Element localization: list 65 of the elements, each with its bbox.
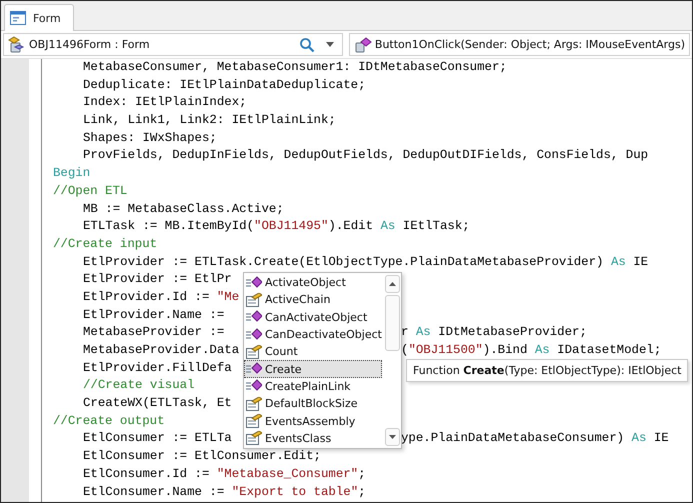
scroll-thumb[interactable] bbox=[384, 295, 400, 351]
code-line: ETLTask := MB.ItemById("OBJ11495").Edit As IEtlTask; bbox=[82, 218, 471, 236]
code-line: Index: IEtlPlainIndex; bbox=[82, 94, 248, 112]
code-line: EtlProvider.FillDefa bbox=[82, 360, 232, 377]
method-dropdown[interactable]: Button1OnClick(Sender: Object; Args: IMouseEventArgs) bbox=[348, 33, 690, 56]
scroll-up-button[interactable] bbox=[384, 275, 400, 293]
code-line: EtlConsumer := EtlConsumer.Edit; bbox=[82, 448, 322, 466]
code-line: EtlProvider.Id := "Me bbox=[82, 288, 240, 306]
code-line: //Create output bbox=[53, 412, 165, 430]
code-line: //Create visual bbox=[82, 377, 195, 394]
property-icon bbox=[246, 292, 262, 307]
method-icon bbox=[246, 328, 262, 342]
scrollbar[interactable] bbox=[384, 273, 401, 448]
code-line: CreateWX(ETLTask, Et bbox=[82, 395, 232, 412]
property-icon bbox=[246, 414, 262, 428]
code-line: MetabaseProvider := bbox=[82, 324, 226, 342]
code-line: //Open ETL bbox=[53, 182, 128, 200]
code-line: EtlConsumer.Name := "Export to table"; bbox=[82, 484, 367, 500]
code-line: ype.PlainDataMetabaseConsumer) As IE bbox=[401, 430, 669, 448]
code-line: EtlProvider.Name := bbox=[82, 306, 226, 324]
code-line: Begin bbox=[53, 165, 92, 182]
method-icon bbox=[246, 362, 262, 376]
code-line: EtlProvider := ETLTask.Create(EtlObjectType.PlainDataMetabaseProvider) As IE bbox=[82, 254, 650, 271]
code-line: ("OBJ11500").Bind As IDatasetModel; bbox=[401, 342, 662, 359]
code-line: Shapes: IWxShapes; bbox=[82, 130, 218, 147]
form-icon bbox=[10, 11, 26, 25]
completion-item[interactable]: EventsAssembly bbox=[244, 412, 382, 430]
completion-item[interactable]: ActiveChain bbox=[244, 291, 382, 309]
code-line: MetabaseConsumer, MetabaseConsumer1: IDtMetabaseConsumer; bbox=[82, 59, 508, 76]
caret-icon[interactable] bbox=[326, 42, 334, 47]
completion-item[interactable]: ActivateObject bbox=[244, 274, 382, 292]
method-icon bbox=[354, 36, 372, 54]
object-dropdown[interactable]: OBJ11496Form : Form bbox=[3, 33, 343, 56]
completion-item[interactable]: CanActivateObject bbox=[244, 308, 382, 326]
completion-item[interactable]: CreatePlainLink bbox=[244, 378, 382, 396]
form-tab[interactable]: Form bbox=[4, 4, 74, 31]
property-icon bbox=[246, 431, 262, 446]
search-icon[interactable] bbox=[298, 36, 315, 52]
up-arrow-icon bbox=[388, 282, 396, 286]
method-name: Button1OnClick(Sender: Object; Args: IMouseEventArgs) bbox=[374, 38, 685, 51]
property-icon bbox=[246, 396, 262, 411]
completion-item[interactable]: EventsClass bbox=[244, 430, 382, 447]
code-line: Link, Link1, Link2: IEtlPlainLink; bbox=[82, 112, 337, 130]
method-icon bbox=[246, 379, 262, 394]
completion-item[interactable]: DefaultBlockSize bbox=[244, 395, 382, 412]
code-line: Deduplicate: IEtlPlainDataDeduplicate; bbox=[82, 76, 367, 94]
code-line: //Create input bbox=[53, 236, 158, 253]
property-icon bbox=[246, 344, 262, 359]
code-line: EtlConsumer := ETLTa bbox=[82, 430, 232, 448]
function-tooltip: Function Create(Type: EtlObjectType): IEtlObject bbox=[406, 359, 688, 382]
object-name: OBJ11496Form : Form bbox=[29, 38, 150, 51]
scroll-down-button[interactable] bbox=[384, 428, 400, 446]
method-icon bbox=[246, 310, 262, 324]
completion-item[interactable]: Count bbox=[244, 343, 382, 360]
down-arrow-icon bbox=[388, 435, 396, 439]
completion-item[interactable]: Create bbox=[244, 360, 382, 378]
form-object-icon bbox=[8, 36, 26, 54]
code-line: MB := MetabaseClass.Active; bbox=[82, 200, 285, 218]
code-line: MetabaseProvider.Data bbox=[82, 342, 240, 359]
method-icon bbox=[246, 276, 262, 290]
completion-item[interactable]: CanDeactivateObject bbox=[244, 326, 382, 344]
code-line: EtlProvider := EtlPr bbox=[82, 271, 232, 288]
code-line: EtlConsumer.Id := "Metabase_Consumer"; bbox=[82, 466, 367, 483]
code-line: r As IDtMetabaseProvider; bbox=[401, 324, 587, 342]
code-line: ProvFields, DedupInFields, DedupOutFields, DedupOutDIFields, ConsFields, Dup bbox=[82, 147, 650, 164]
